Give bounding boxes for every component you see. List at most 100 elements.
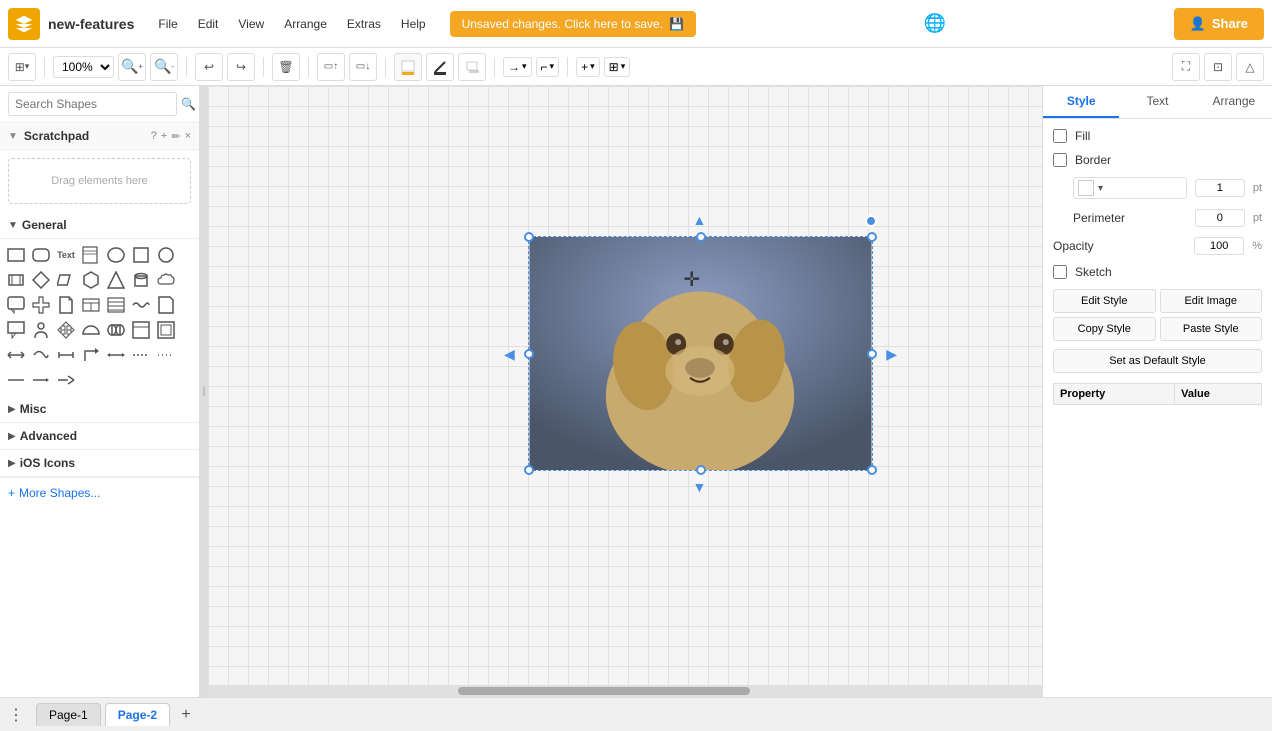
section-advanced[interactable]: ▶ Advanced xyxy=(0,423,199,450)
section-misc[interactable]: ▶ Misc xyxy=(0,396,199,423)
shape-triangle[interactable] xyxy=(104,268,128,292)
delete-button[interactable]: 🗑 xyxy=(272,53,300,81)
menu-file[interactable]: File xyxy=(150,13,185,35)
section-general[interactable]: ▼ General xyxy=(0,212,199,239)
shape-ellipse[interactable] xyxy=(104,243,128,267)
shadow-button[interactable] xyxy=(458,53,486,81)
shape-cylinder[interactable] xyxy=(129,268,153,292)
waypoints-button[interactable]: ⌐ ▾ xyxy=(536,57,560,77)
direction-arrow-left[interactable]: ◀ xyxy=(504,346,515,363)
zoom-select[interactable]: 100%50%75%125%150% xyxy=(53,56,114,78)
direction-arrow-up[interactable]: ▲ xyxy=(693,212,707,228)
menu-view[interactable]: View xyxy=(230,13,272,35)
shape-bidirectional-arrow[interactable] xyxy=(4,343,28,367)
zoom-out-button[interactable]: 🔍- xyxy=(150,53,178,81)
direction-arrow-down[interactable]: ▼ xyxy=(693,479,707,495)
unsaved-banner[interactable]: Unsaved changes. Click here to save. 💾 xyxy=(450,11,696,37)
share-button[interactable]: 👤 Share xyxy=(1174,8,1264,40)
border-checkbox[interactable] xyxy=(1053,153,1067,167)
shape-diamond[interactable] xyxy=(29,268,53,292)
shape-process[interactable] xyxy=(4,268,28,292)
stroke-color-button[interactable] xyxy=(426,53,454,81)
menu-extras[interactable]: Extras xyxy=(339,13,389,35)
canvas-scrollbar-thumb[interactable] xyxy=(458,687,750,695)
shape-list-shape[interactable] xyxy=(104,293,128,317)
zoom-in-button[interactable]: 🔍+ xyxy=(118,53,146,81)
shape-square[interactable] xyxy=(129,243,153,267)
bottom-menu-button[interactable]: ⋮ xyxy=(8,705,24,725)
border-width-input[interactable] xyxy=(1195,179,1245,197)
left-panel-resize-handle[interactable]: | xyxy=(200,86,208,697)
shape-wave[interactable] xyxy=(129,293,153,317)
opacity-input[interactable] xyxy=(1194,237,1244,255)
menu-arrange[interactable]: Arrange xyxy=(276,13,335,35)
shape-person[interactable] xyxy=(29,318,53,342)
shape-arrow-line[interactable] xyxy=(29,368,53,392)
shape-file-shape[interactable] xyxy=(54,293,78,317)
canvas-area[interactable]: ◀ ▶ ▲ ▼ ✛ xyxy=(208,86,1042,697)
bring-forward-button[interactable]: ▭↑ xyxy=(317,53,345,81)
add-page-button[interactable]: + xyxy=(174,703,198,727)
more-shapes-button[interactable]: + More Shapes... xyxy=(0,477,199,508)
shape-curved-line[interactable] xyxy=(29,343,53,367)
menu-edit[interactable]: Edit xyxy=(190,13,227,35)
table-button[interactable]: ⊞ ▾ xyxy=(604,57,631,77)
insert-button[interactable]: + ▾ xyxy=(576,57,600,77)
shape-line[interactable] xyxy=(4,368,28,392)
format-panel-button[interactable]: ⊡ xyxy=(1204,53,1232,81)
border-color-selector[interactable]: ▾ xyxy=(1073,177,1187,199)
shape-circle[interactable] xyxy=(154,243,178,267)
shape-cross[interactable] xyxy=(29,293,53,317)
shape-stadium[interactable] xyxy=(104,318,128,342)
resize-handle-middle-left[interactable] xyxy=(524,349,534,359)
shape-rectangle[interactable] xyxy=(4,243,28,267)
shape-rounded-rect[interactable] xyxy=(29,243,53,267)
selected-element[interactable]: ◀ ▶ ▲ ▼ ✛ xyxy=(528,236,873,471)
edit-image-button[interactable]: Edit Image xyxy=(1160,289,1263,313)
shape-cloud[interactable] xyxy=(154,268,178,292)
edit-style-button[interactable]: Edit Style xyxy=(1053,289,1156,313)
shape-semicircle[interactable] xyxy=(79,318,103,342)
shape-corner-arrow[interactable] xyxy=(79,343,103,367)
page-tab-2[interactable]: Page-2 xyxy=(105,703,170,726)
copy-style-button[interactable]: Copy Style xyxy=(1053,317,1156,341)
shape-complex-arrow[interactable] xyxy=(54,368,78,392)
sketch-checkbox[interactable] xyxy=(1053,265,1067,279)
tab-arrange[interactable]: Arrange xyxy=(1196,86,1272,118)
scratchpad-add-icon[interactable]: + xyxy=(161,130,167,142)
canvas-scrollbar[interactable] xyxy=(208,685,1042,697)
connector-style-button[interactable]: → ▾ xyxy=(503,57,532,77)
scratchpad-edit-icon[interactable]: ✏ xyxy=(171,130,180,143)
set-default-style-button[interactable]: Set as Default Style xyxy=(1053,349,1262,373)
resize-handle-top-left[interactable] xyxy=(524,232,534,242)
scratchpad-help-icon[interactable]: ? xyxy=(151,130,157,142)
shape-dotted-line[interactable] xyxy=(129,343,153,367)
shape-parallelogram[interactable] xyxy=(54,268,78,292)
section-ios-icons[interactable]: ▶ iOS Icons xyxy=(0,450,199,477)
shape-dotted-line-2[interactable] xyxy=(154,343,178,367)
fullscreen-button[interactable]: ⛶ xyxy=(1172,53,1200,81)
redo-button[interactable]: ↪ xyxy=(227,53,255,81)
resize-handle-bottom-right[interactable] xyxy=(867,465,877,475)
undo-button[interactable]: ↩ xyxy=(195,53,223,81)
resize-handle-middle-right[interactable] xyxy=(867,349,877,359)
tab-text[interactable]: Text xyxy=(1119,86,1195,118)
tab-style[interactable]: Style xyxy=(1043,86,1119,118)
shape-text[interactable]: Text xyxy=(54,243,78,267)
collapse-panel-button[interactable]: △ xyxy=(1236,53,1264,81)
rotate-handle[interactable] xyxy=(865,215,877,227)
send-back-button[interactable]: ▭↓ xyxy=(349,53,377,81)
menu-help[interactable]: Help xyxy=(393,13,434,35)
shape-inner-container[interactable] xyxy=(154,318,178,342)
resize-handle-bottom-left[interactable] xyxy=(524,465,534,475)
scratchpad-close-icon[interactable]: × xyxy=(185,130,191,142)
resize-handle-top-middle[interactable] xyxy=(696,232,706,242)
shape-double-arrow-2[interactable] xyxy=(104,343,128,367)
resize-handle-top-right[interactable] xyxy=(867,232,877,242)
shape-arrows[interactable] xyxy=(54,318,78,342)
search-icon[interactable]: 🔍 xyxy=(181,97,196,111)
resize-handle-bottom-middle[interactable] xyxy=(696,465,706,475)
shape-hexagon[interactable] xyxy=(79,268,103,292)
shape-callout[interactable] xyxy=(4,293,28,317)
page-tab-1[interactable]: Page-1 xyxy=(36,703,101,726)
